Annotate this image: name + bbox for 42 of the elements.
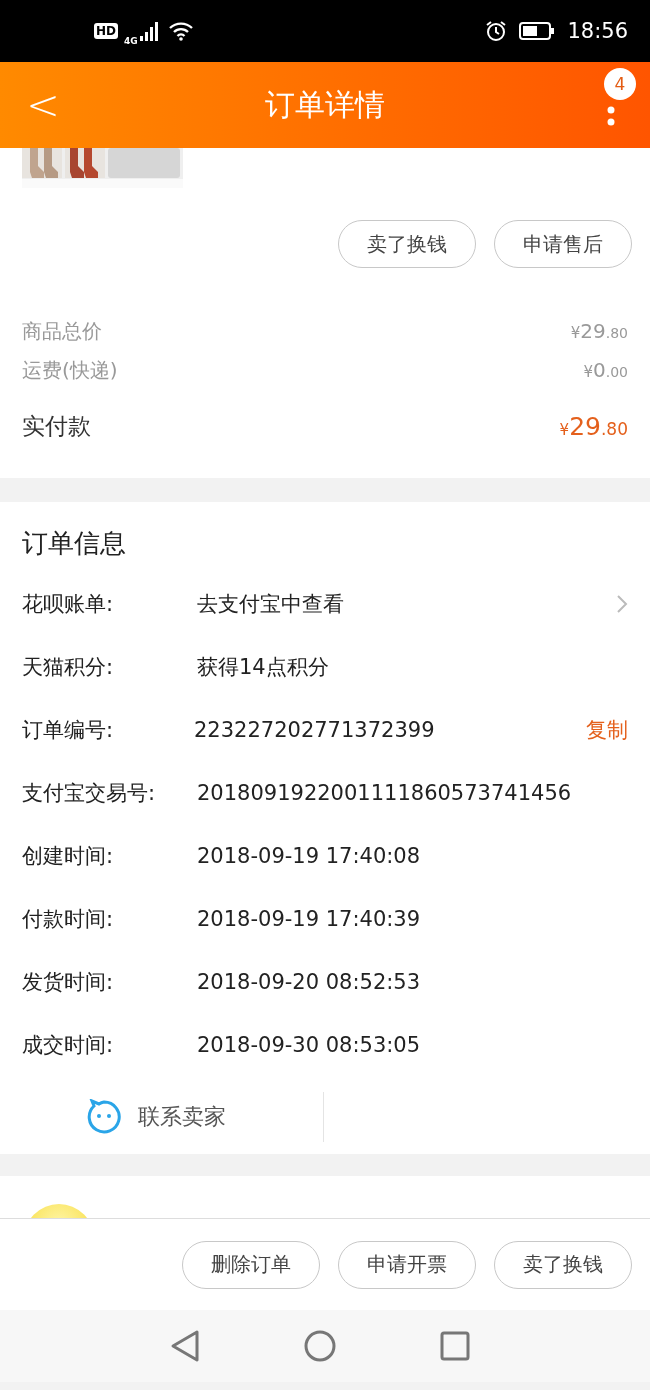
- field-value: 2018-09-19 17:40:08: [197, 843, 422, 868]
- field-value: 获得14点积分: [197, 653, 330, 681]
- network-label: 4G: [124, 36, 138, 46]
- nav-home-icon[interactable]: [304, 1330, 336, 1362]
- copy-link[interactable]: 复制: [586, 715, 628, 744]
- field-label: 付款时间:: [22, 905, 115, 933]
- alarm-icon: [485, 20, 508, 42]
- clock-time: 18:56: [567, 19, 628, 43]
- action-button[interactable]: 卖了换钱: [338, 220, 476, 268]
- field-value: 223227202771372399: [194, 717, 436, 742]
- field-label: 订单编号:: [22, 716, 115, 744]
- notification-badge: 4: [604, 68, 636, 100]
- field-label: 发货时间:: [22, 968, 115, 996]
- total-label: 实付款: [22, 411, 91, 441]
- field-value: 2018-09-20 08:52:53: [197, 969, 422, 994]
- price-label: 商品总价: [22, 318, 102, 345]
- section-title: 订单信息: [21, 527, 127, 560]
- field-value: 2018-09-30 08:53:05: [197, 1032, 422, 1057]
- nav-recents-icon[interactable]: [440, 1331, 470, 1361]
- chat-face-icon: [86, 1099, 122, 1135]
- price-amount: ¥29.80: [570, 319, 628, 343]
- wifi-icon: [167, 21, 194, 41]
- action-button[interactable]: 申请售后: [494, 220, 632, 268]
- action-button[interactable]: 删除订单: [182, 1240, 320, 1289]
- price-amount: ¥0.00: [583, 358, 628, 382]
- battery-icon: [519, 22, 556, 40]
- field-value: 去支付宝中查看: [197, 590, 345, 618]
- field-label: 花呗账单:: [22, 590, 115, 618]
- action-button[interactable]: 申请开票: [338, 1240, 476, 1289]
- field-label: 天猫积分:: [22, 653, 115, 681]
- hd-icon: HD: [94, 23, 118, 39]
- page-title: 订单详情: [264, 85, 386, 124]
- action-button[interactable]: 卖了换钱: [494, 1240, 632, 1289]
- contact-seller-button[interactable]: 联系卖家: [138, 1102, 226, 1132]
- price-label: 运费(快递): [22, 357, 118, 384]
- field-value: 2018-09-19 17:40:39: [197, 906, 422, 931]
- nav-back-icon[interactable]: [170, 1329, 200, 1363]
- field-label: 创建时间:: [22, 842, 115, 870]
- field-value: 2018091922001111860573741456: [197, 780, 573, 805]
- field-label: 支付宝交易号:: [22, 779, 157, 807]
- total-amount: ¥29.80: [559, 411, 628, 441]
- field-label: 成交时间:: [22, 1031, 115, 1059]
